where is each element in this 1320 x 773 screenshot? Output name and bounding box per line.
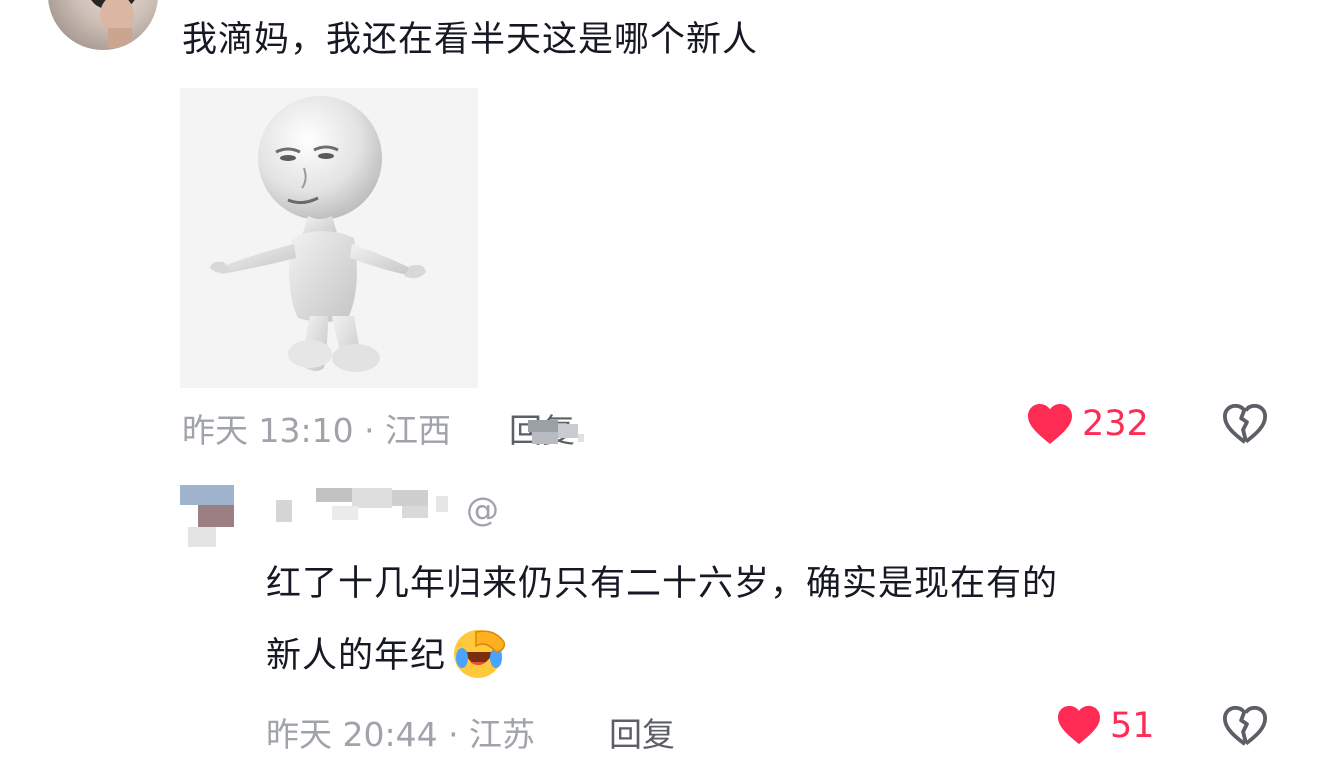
commenter-avatar[interactable] <box>48 0 158 50</box>
reply-timestamp-location: 昨天 20:44 · 江苏 <box>266 715 536 754</box>
username-blurred[interactable] <box>272 486 462 526</box>
username-mention-symbol: @ <box>466 490 499 529</box>
dislike-broken-heart-icon-2[interactable] <box>1222 704 1268 748</box>
dislike-broken-heart-icon[interactable] <box>1222 402 1268 446</box>
face-palm-laughing-emoji-icon <box>452 628 508 684</box>
comment-timestamp-location: 昨天 13:10 · 江西 <box>182 411 452 450</box>
like-count-2: 51 <box>1110 706 1155 746</box>
reply-comment-text-line1: 红了十几年归来仍只有二十六岁，确实是现在有的 <box>266 564 1059 604</box>
like-count: 232 <box>1082 404 1149 444</box>
blur-mosaic <box>528 420 586 446</box>
reply-avatar-blurred[interactable] <box>180 485 234 547</box>
like-heart-icon-2[interactable] <box>1056 704 1102 746</box>
shrug-sticker-image[interactable] <box>180 88 478 388</box>
reply-button-2[interactable]: 回复 <box>609 708 675 756</box>
reply-comment-text-line2: 新人的年纪 <box>266 636 447 676</box>
comment-text: 我滴妈，我还在看半天这是哪个新人 <box>182 20 759 60</box>
like-heart-icon[interactable] <box>1026 402 1074 446</box>
